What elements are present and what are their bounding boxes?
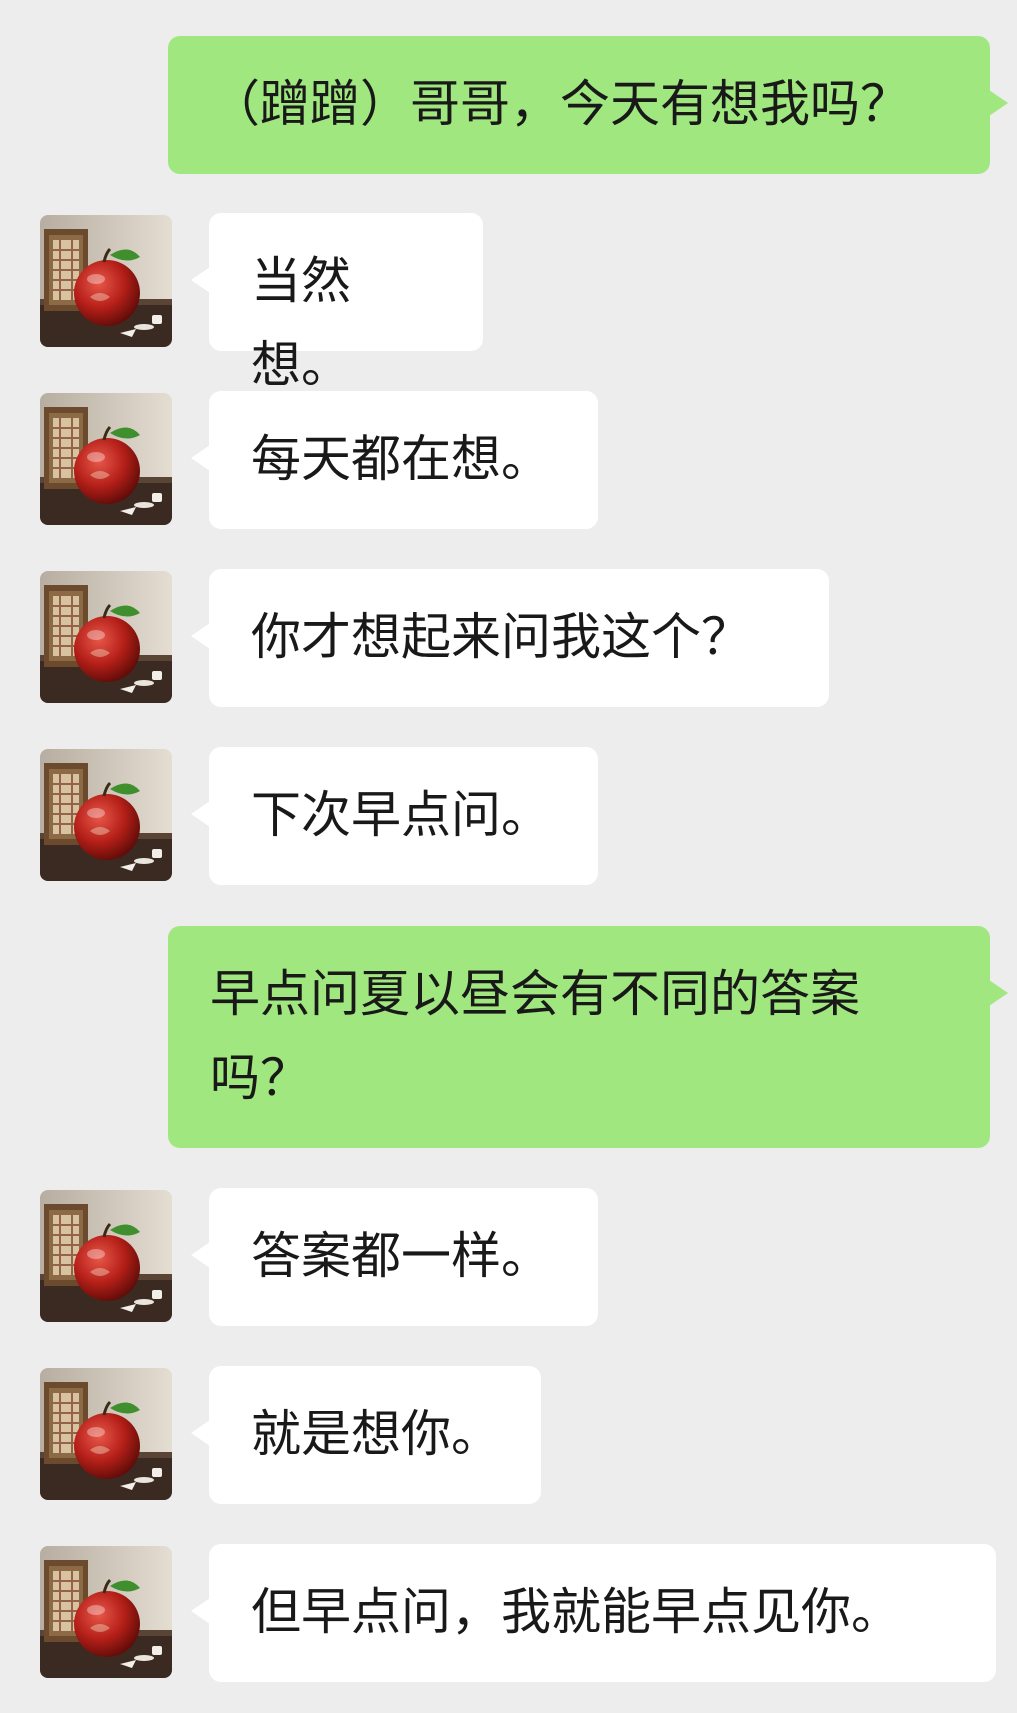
message-bubble[interactable]: 每天都在想。 — [191, 391, 598, 529]
message-bubble[interactable]: 早点问夏以昼会有不同的答案吗？ — [168, 926, 1008, 1148]
chat-message-list[interactable]: （蹭蹭）哥哥，今天有想我吗？ 当然想。 每天都在想。 你才想起来问我这个？ 下次… — [0, 0, 1017, 1713]
red-apple-avatar-icon — [40, 571, 172, 703]
message-sent: （蹭蹭）哥哥，今天有想我吗？ — [0, 36, 1017, 174]
red-apple-avatar-icon — [40, 1546, 172, 1678]
message-sent: 早点问夏以昼会有不同的答案吗？ — [0, 926, 1017, 1148]
red-apple-avatar-icon — [40, 215, 172, 347]
message-bubble[interactable]: （蹭蹭）哥哥，今天有想我吗？ — [168, 36, 1008, 174]
message-received: 但早点问，我就能早点见你。 — [0, 1544, 1017, 1682]
message-received: 每天都在想。 — [0, 391, 1017, 529]
contact-avatar[interactable] — [40, 749, 172, 881]
contact-avatar[interactable] — [40, 1368, 172, 1500]
contact-avatar[interactable] — [40, 571, 172, 703]
contact-avatar[interactable] — [40, 1546, 172, 1678]
message-received: 就是想你。 — [0, 1366, 1017, 1504]
message-bubble[interactable]: 但早点问，我就能早点见你。 — [191, 1544, 996, 1682]
red-apple-avatar-icon — [40, 393, 172, 525]
message-bubble[interactable]: 答案都一样。 — [191, 1188, 598, 1326]
red-apple-avatar-icon — [40, 1368, 172, 1500]
message-received: 下次早点问。 — [0, 747, 1017, 885]
red-apple-avatar-icon — [40, 749, 172, 881]
message-bubble[interactable]: 下次早点问。 — [191, 747, 598, 885]
contact-avatar[interactable] — [40, 215, 172, 347]
message-bubble[interactable]: 当然想。 — [191, 213, 483, 394]
message-bubble[interactable]: 你才想起来问我这个？ — [191, 569, 829, 707]
red-apple-avatar-icon — [40, 1190, 172, 1322]
message-received: 答案都一样。 — [0, 1188, 1017, 1326]
message-bubble[interactable]: 就是想你。 — [191, 1366, 541, 1504]
contact-avatar[interactable] — [40, 393, 172, 525]
contact-avatar[interactable] — [40, 1190, 172, 1322]
message-received: 你才想起来问我这个？ — [0, 569, 1017, 707]
message-received: 当然想。 — [0, 213, 1017, 394]
